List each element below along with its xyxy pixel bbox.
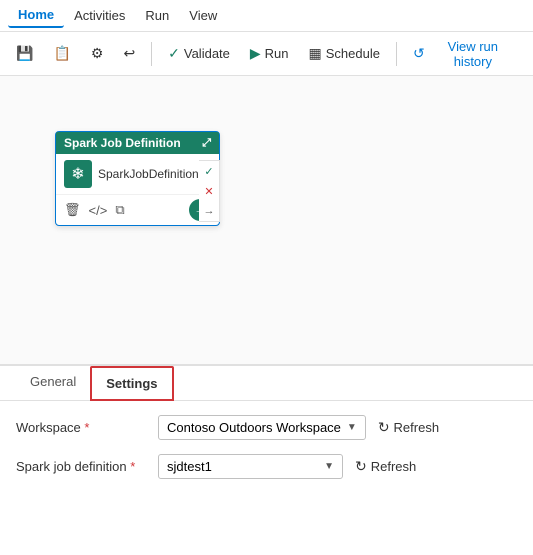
run-button[interactable]: ▶ Run bbox=[242, 41, 297, 66]
sparkjob-refresh-icon: ↻ bbox=[355, 458, 367, 475]
canvas-area[interactable]: Spark Job Definition ⤢ ❄ SparkJobDefinit… bbox=[0, 76, 533, 366]
menu-item-activities[interactable]: Activities bbox=[64, 4, 135, 27]
workspace-required: * bbox=[84, 420, 89, 435]
workspace-select[interactable]: Contoso Outdoors Workspace ▼ bbox=[158, 415, 366, 440]
menu-item-view[interactable]: View bbox=[179, 4, 227, 27]
arrow-icon: → bbox=[199, 201, 219, 221]
save-button[interactable]: 💾 bbox=[8, 41, 41, 66]
menu-bar: Home Activities Run View bbox=[0, 0, 533, 32]
workspace-label: Workspace * bbox=[16, 420, 146, 435]
settings-panel: Workspace * Contoso Outdoors Workspace ▼… bbox=[0, 401, 533, 507]
save-icon: 💾 bbox=[16, 45, 33, 62]
duplicate-icon[interactable]: ⧉ bbox=[115, 202, 124, 218]
undo-icon: ↩ bbox=[123, 45, 135, 62]
code-icon[interactable]: </> bbox=[89, 203, 108, 218]
validate-icon: ✓ bbox=[168, 45, 180, 62]
run-icon: ▶ bbox=[250, 45, 261, 62]
menu-item-home[interactable]: Home bbox=[8, 3, 64, 28]
menu-item-run[interactable]: Run bbox=[135, 4, 179, 27]
sparkjob-required: * bbox=[130, 459, 135, 474]
workspace-refresh-icon: ↻ bbox=[378, 419, 390, 436]
sparkjob-select[interactable]: sjdtest1 ▼ bbox=[158, 454, 343, 479]
view-history-button[interactable]: ↺ View run history bbox=[405, 35, 525, 73]
node-icon: ❄ bbox=[64, 160, 92, 188]
settings-icon: ⚙ bbox=[91, 45, 104, 62]
workspace-refresh-button[interactable]: ↻ Refresh bbox=[378, 419, 439, 436]
toolbar: 💾 📋 ⚙ ↩ ✓ Validate ▶ Run ▦ Schedule ↺ Vi… bbox=[0, 32, 533, 76]
check-icon: ✓ bbox=[199, 161, 219, 181]
node-expand-icon[interactable]: ⤢ bbox=[202, 137, 211, 150]
workspace-field-row: Workspace * Contoso Outdoors Workspace ▼… bbox=[16, 415, 517, 440]
bottom-panel: General Settings Workspace * Contoso Out… bbox=[0, 366, 533, 507]
sparkjob-chevron-icon: ▼ bbox=[324, 461, 334, 472]
node-status-icons: ✓ ✕ → bbox=[199, 160, 220, 222]
copy-button[interactable]: 📋 bbox=[45, 41, 78, 66]
node-label: SparkJobDefinition 1 bbox=[98, 167, 211, 181]
copy-icon: 📋 bbox=[53, 45, 70, 62]
delete-icon[interactable]: 🗑 bbox=[64, 202, 81, 218]
node-header: Spark Job Definition ⤢ bbox=[56, 132, 219, 154]
schedule-icon: ▦ bbox=[309, 45, 322, 62]
sparkjob-refresh-button[interactable]: ↻ Refresh bbox=[355, 458, 416, 475]
workspace-chevron-icon: ▼ bbox=[347, 422, 357, 433]
toolbar-divider-2 bbox=[396, 42, 397, 66]
error-icon: ✕ bbox=[199, 181, 219, 201]
toolbar-divider-1 bbox=[151, 42, 152, 66]
sparkjob-field-row: Spark job definition * sjdtest1 ▼ ↻ Refr… bbox=[16, 454, 517, 479]
history-icon: ↺ bbox=[413, 45, 425, 62]
tab-general[interactable]: General bbox=[16, 366, 90, 400]
schedule-button[interactable]: ▦ Schedule bbox=[301, 41, 388, 66]
node-card[interactable]: Spark Job Definition ⤢ ❄ SparkJobDefinit… bbox=[55, 131, 220, 226]
tab-row: General Settings bbox=[0, 366, 533, 401]
validate-button[interactable]: ✓ Validate bbox=[160, 41, 238, 66]
settings-button[interactable]: ⚙ bbox=[83, 41, 112, 66]
sparkjob-label: Spark job definition * bbox=[16, 459, 146, 474]
undo-button[interactable]: ↩ bbox=[115, 41, 143, 66]
node-body: ❄ SparkJobDefinition 1 ✓ ✕ → bbox=[56, 154, 219, 195]
tab-settings[interactable]: Settings bbox=[90, 366, 173, 401]
node-footer: 🗑 </> ⧉ → bbox=[56, 195, 219, 225]
